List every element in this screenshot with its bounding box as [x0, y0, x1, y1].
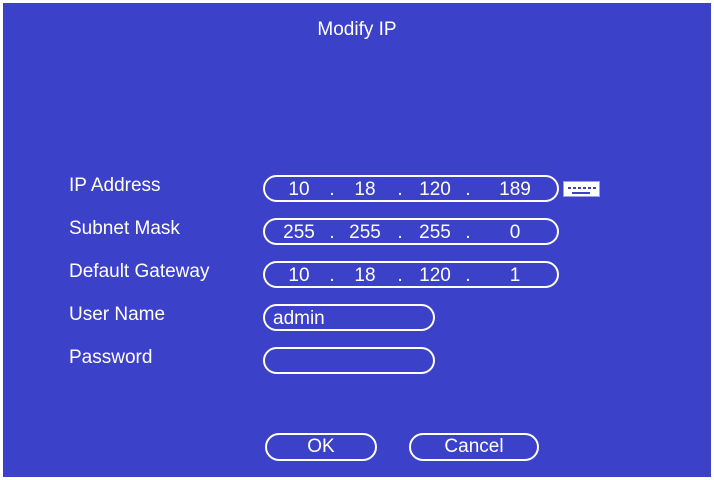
octet-separator: .	[465, 222, 471, 243]
default-gateway-octet-3[interactable]: 120	[409, 265, 461, 287]
modify-ip-dialog: Modify IP IP Address 10 . 18 . 120 . 189…	[0, 0, 714, 480]
user-name-input[interactable]: admin	[263, 304, 435, 331]
subnet-mask-octet-4[interactable]: 0	[489, 222, 541, 244]
password-input[interactable]	[263, 347, 435, 374]
ip-address-octet-1[interactable]: 10	[273, 179, 325, 201]
dialog-title: Modify IP	[317, 19, 397, 40]
subnet-mask-octet-1[interactable]: 255	[273, 222, 325, 244]
subnet-mask-field[interactable]: 255 . 255 . 255 . 0	[263, 218, 559, 245]
ip-address-label: IP Address	[69, 175, 161, 196]
ip-address-octet-3[interactable]: 120	[409, 179, 461, 201]
ok-button[interactable]: OK	[265, 433, 377, 461]
ip-address-field[interactable]: 10 . 18 . 120 . 189	[263, 175, 559, 202]
default-gateway-octet-4[interactable]: 1	[489, 265, 541, 287]
octet-separator: .	[397, 179, 403, 200]
default-gateway-label: Default Gateway	[69, 261, 210, 282]
default-gateway-octet-2[interactable]: 18	[339, 265, 391, 287]
user-name-label: User Name	[69, 304, 166, 325]
octet-separator: .	[465, 265, 471, 286]
default-gateway-field[interactable]: 10 . 18 . 120 . 1	[263, 261, 559, 288]
octet-separator: .	[329, 222, 335, 243]
octet-separator: .	[329, 179, 335, 200]
password-label: Password	[69, 347, 153, 368]
default-gateway-octet-1[interactable]: 10	[273, 265, 325, 287]
ip-address-octet-4[interactable]: 189	[489, 179, 541, 201]
subnet-mask-octet-2[interactable]: 255	[339, 222, 391, 244]
subnet-mask-octet-3[interactable]: 255	[409, 222, 461, 244]
octet-separator: .	[397, 222, 403, 243]
user-name-value: admin	[273, 308, 325, 329]
cancel-button[interactable]: Cancel	[409, 433, 539, 461]
octet-separator: .	[397, 265, 403, 286]
subnet-mask-label: Subnet Mask	[69, 218, 180, 239]
octet-separator: .	[465, 179, 471, 200]
keyboard-icon[interactable]	[563, 181, 600, 197]
octet-separator: .	[329, 265, 335, 286]
ip-address-octet-2[interactable]: 18	[339, 179, 391, 201]
